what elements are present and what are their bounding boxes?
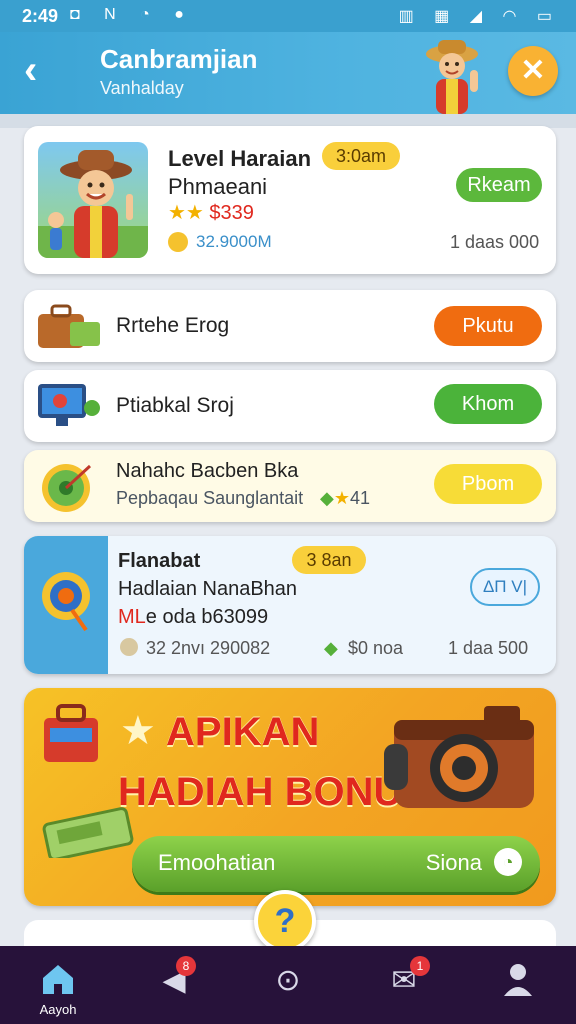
mascot-illustration	[426, 40, 478, 114]
list-item[interactable]: Rrtehe Erog Pkutu	[24, 290, 556, 362]
detail-side-panel	[24, 536, 108, 674]
promo-claim-button[interactable]: Emoohatian Siona ◔	[132, 836, 540, 892]
nav-home[interactable]: Aayoh	[18, 946, 98, 1024]
monitor-icon	[38, 384, 100, 426]
notification-badge: 1	[410, 956, 430, 976]
system-icons: ▥ ▦ ◢ ◠ ▭	[398, 8, 560, 25]
detail-line: Hadlaian NanaBhan	[118, 578, 298, 600]
star-icon: ★	[120, 709, 156, 753]
close-button[interactable]: ✕	[508, 46, 558, 96]
back-chevron-icon[interactable]: ‹	[24, 50, 37, 90]
featured-card[interactable]: Level Haraian 3:0am Phmaeani ★★ $339 32.…	[24, 126, 556, 274]
star-icon: ★★	[168, 202, 204, 224]
briefcase-icon	[38, 304, 100, 348]
detail-badge: 3 8an	[292, 546, 366, 574]
gem-count: 41	[349, 488, 371, 508]
app-bar: ‹ Canbramjian Vanhalday ✕	[0, 32, 576, 114]
page-title: Canbramjian	[100, 44, 258, 74]
coin-icon	[120, 638, 138, 656]
leaf-icon: ◆	[320, 488, 334, 508]
promo-heading-1: APIKAN	[166, 710, 320, 754]
list-item-label: Nahahc Bacben Bka	[116, 460, 299, 482]
target-icon	[42, 572, 90, 632]
camera-icon	[384, 706, 534, 808]
mail-icon: ✉	[391, 964, 417, 997]
featured-thumbnail	[38, 142, 148, 258]
promo-heading-2: HADIAH BONUS	[118, 770, 430, 814]
clock: 2:49	[22, 6, 59, 26]
detail-card[interactable]: Flanabat 3 8an Hadlaian NanaBhan MLe oda…	[24, 536, 556, 674]
profile-icon	[504, 964, 532, 996]
detail-count: 1 daa 500	[448, 638, 529, 658]
detail-value: e oda b63099	[145, 606, 269, 628]
detail-coin-value: 32 2nvı 290082	[146, 638, 271, 658]
cowboy-character-icon	[38, 150, 148, 258]
list-item-button[interactable]: Khom	[434, 384, 542, 424]
featured-action-button[interactable]: Rkeam	[456, 168, 542, 202]
notification-badge: 8	[176, 956, 196, 976]
featured-count: 1 daas 000	[450, 232, 540, 252]
nav-home-label: Aayoh	[39, 1002, 77, 1017]
list-item-label: Ptiabkal Sroj	[116, 394, 234, 417]
detail-title: Flanabat	[118, 550, 201, 572]
featured-rating: ★★ $339	[168, 200, 254, 225]
promo-button-label: Emoohatian	[158, 850, 276, 875]
status-bar: 2:49 ◘ N ◔ ● ▥ ▦ ◢ ◠ ▭	[0, 0, 576, 32]
coin-icon	[168, 232, 188, 252]
featured-time-badge: 3:0am	[322, 142, 400, 170]
detail-action-button[interactable]: ΔΠ V|	[470, 568, 540, 606]
featured-price: $339	[209, 202, 254, 224]
detail-line: MLe oda b63099	[118, 606, 268, 629]
star-icon: ★	[333, 488, 350, 508]
nav-profile[interactable]	[478, 946, 558, 1024]
list-item-button[interactable]: Pbom	[434, 464, 542, 504]
featured-subtitle: Phmaeani	[168, 174, 268, 199]
detail-prefix: ML	[118, 606, 146, 628]
refresh-icon: ◔	[494, 848, 522, 876]
detail-gem-value: $0 noa	[348, 638, 404, 658]
leaf-icon: ◆	[324, 638, 338, 658]
featured-coin-value: 32.9000M	[196, 232, 272, 251]
megaphone-icon: ◀	[162, 964, 186, 997]
bottom-navigation: Aayoh ◀ 8 ⊙ ✉ 1	[0, 946, 576, 1024]
help-button[interactable]: ?	[254, 890, 316, 952]
gem-reward: ◆★41	[320, 488, 370, 509]
compass-icon: ⊙	[275, 964, 301, 997]
featured-title: Level Haraian	[168, 146, 312, 171]
notification-icons: ◘ N ◔ ●	[70, 6, 194, 23]
nav-announcements[interactable]: ◀ 8	[134, 946, 214, 1024]
page-subtitle: Vanhalday	[100, 78, 184, 98]
target-globe-icon	[42, 464, 92, 512]
home-icon	[43, 965, 73, 994]
nav-messages[interactable]: ✉ 1	[364, 946, 444, 1024]
list-item-label: Rrtehe Erog	[116, 314, 230, 337]
promo-button-value: Siona	[425, 850, 482, 875]
nav-explore[interactable]: ⊙	[248, 946, 328, 1024]
list-item[interactable]: Ptiabkal Sroj Khom	[24, 370, 556, 442]
list-item-sublabel: Pepbaqau Saunglantait	[116, 488, 304, 508]
gift-box-icon	[44, 704, 98, 762]
promo-banner[interactable]: ★ APIKAN HADIAH BONUS Emoohatian Siona ◔	[24, 688, 556, 906]
list-item[interactable]: Nahahc Bacben Bka Pepbaqau Saunglantait …	[24, 450, 556, 522]
list-item-button[interactable]: Pkutu	[434, 306, 542, 346]
